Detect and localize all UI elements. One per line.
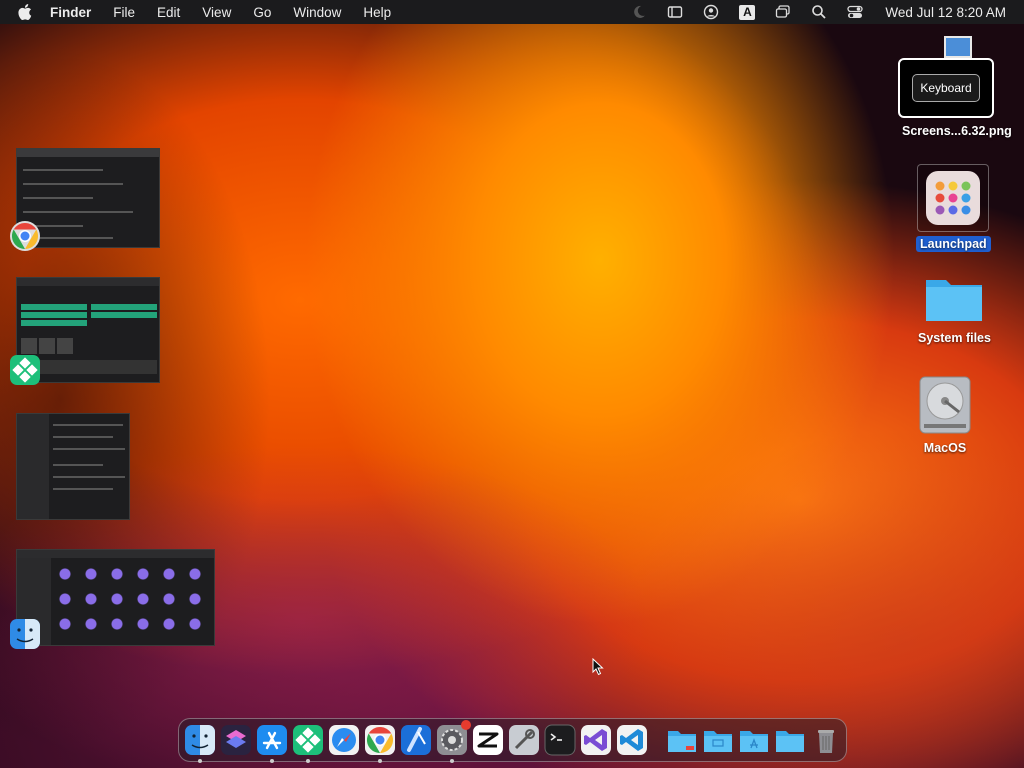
user-icon[interactable] [703, 4, 719, 20]
dock-green-app[interactable] [292, 724, 324, 763]
folder-icon [704, 731, 732, 752]
menu-app-name[interactable]: Finder [50, 5, 91, 20]
xcode-icon [401, 725, 431, 755]
folder-icon [776, 731, 804, 752]
dock-vscode[interactable] [616, 724, 648, 756]
screens-icon[interactable] [775, 4, 791, 20]
apple-icon[interactable] [18, 4, 32, 20]
keyboard-tooltip: Keyboard [898, 58, 994, 118]
running-indicator [270, 759, 274, 763]
dock-capcut[interactable] [472, 724, 504, 756]
wallpaper-overlay [0, 0, 1024, 768]
dock-terminal[interactable] [544, 724, 576, 756]
moon-icon[interactable] [631, 4, 647, 20]
menu-help[interactable]: Help [363, 5, 391, 20]
utility-icon [509, 725, 539, 755]
dock-xcode[interactable] [400, 724, 432, 756]
menu-view[interactable]: View [202, 5, 231, 20]
dock-chrome[interactable] [364, 724, 396, 763]
running-indicator [378, 759, 382, 763]
chrome-icon [365, 725, 395, 755]
hard-drive-icon [919, 376, 971, 434]
desktop-system-files[interactable]: System files [914, 270, 995, 346]
chrome-icon [10, 221, 40, 251]
system-files-label: System files [918, 331, 991, 345]
dock-shortcuts[interactable] [220, 724, 252, 756]
capcut-icon [473, 725, 503, 755]
dock-folder-documents[interactable] [702, 724, 734, 756]
menu-window[interactable]: Window [293, 5, 341, 20]
mouse-cursor-icon [592, 658, 604, 676]
dock [178, 718, 847, 763]
dock-visual-studio[interactable] [580, 724, 612, 756]
running-indicator [198, 759, 202, 763]
menu-bar: Finder File Edit View Go Window Help A W… [0, 0, 1024, 24]
dock-app-store[interactable] [256, 724, 288, 763]
dock-folder[interactable] [774, 724, 806, 756]
screenshot-file-icon [944, 36, 972, 58]
folder-icon [740, 731, 768, 752]
desktop-file-screenshot[interactable] [944, 36, 972, 58]
dock-trash[interactable] [810, 724, 842, 756]
running-indicator [450, 759, 454, 763]
macos-label: MacOS [923, 441, 967, 455]
desktop-macos-drive[interactable]: MacOS [915, 374, 975, 456]
terminal-icon [544, 724, 576, 756]
menu-edit[interactable]: Edit [157, 5, 180, 20]
dock-finder[interactable] [184, 724, 216, 763]
sidebar-icon[interactable] [667, 4, 683, 20]
finder-window-thumbnail [16, 549, 215, 646]
dock-system-settings[interactable] [436, 720, 471, 763]
dock-folder-applications[interactable] [738, 724, 770, 756]
input-source-icon[interactable]: A [739, 4, 756, 20]
green-diamond-app-icon [10, 355, 40, 385]
finder-icon [10, 619, 40, 649]
dock-folder-downloads[interactable] [666, 724, 698, 756]
finder-icon [185, 725, 215, 755]
menu-go[interactable]: Go [253, 5, 271, 20]
running-indicator [306, 759, 310, 763]
trash-icon [818, 730, 834, 753]
folder-icon [668, 731, 696, 752]
control-center-icon[interactable] [847, 4, 864, 20]
app-store-icon [257, 725, 287, 755]
launchpad-icon [917, 164, 990, 232]
search-icon[interactable] [811, 4, 827, 20]
launchpad-label: Launchpad [916, 236, 991, 252]
green-diamond-app-icon [293, 725, 323, 755]
safari-icon [329, 725, 359, 755]
dock-utility[interactable] [508, 724, 540, 756]
notification-badge [461, 720, 471, 730]
folder-icon [926, 280, 983, 321]
desktop-file-label: Screens...6.32.png [902, 124, 1012, 138]
menu-clock[interactable]: Wed Jul 12 8:20 AM [885, 5, 1006, 20]
dock-safari[interactable] [328, 724, 360, 756]
desktop-launchpad[interactable]: Launchpad [916, 164, 991, 252]
menu-file[interactable]: File [113, 5, 135, 20]
visual-studio-icon [581, 725, 611, 755]
vscode-icon [617, 725, 647, 755]
shortcuts-icon [221, 725, 251, 755]
tooltip-text: Keyboard [912, 74, 980, 102]
settings-window-thumbnail [16, 413, 130, 520]
input-source-label: A [739, 4, 756, 20]
